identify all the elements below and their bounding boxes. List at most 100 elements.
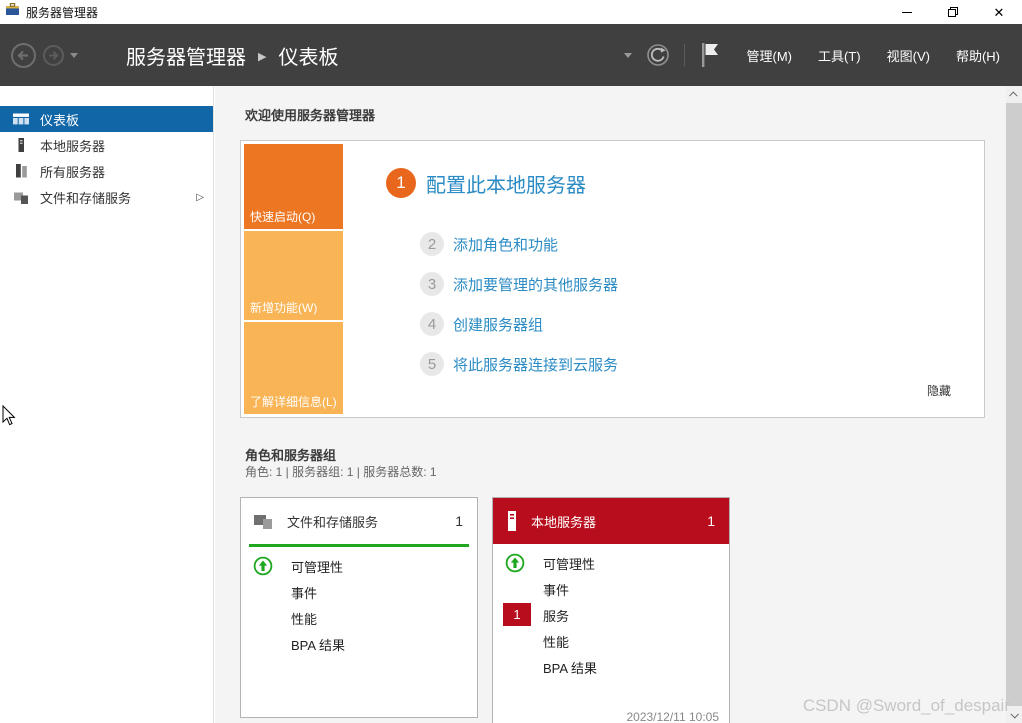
step-label: 创建服务器组 bbox=[453, 316, 544, 334]
all-servers-icon bbox=[16, 164, 27, 178]
row-performance[interactable]: 性能 bbox=[493, 628, 729, 654]
menu-help[interactable]: 帮助(H) bbox=[956, 46, 1000, 65]
step-add-other-servers[interactable]: 3 添加要管理的其他服务器 bbox=[420, 272, 618, 296]
breadcrumb-separator-icon: ▶ bbox=[258, 50, 267, 63]
menu-manage[interactable]: 管理(M) bbox=[747, 46, 793, 65]
quick-start-tab[interactable]: 快速启动(Q) bbox=[244, 144, 343, 229]
step-label: 添加角色和功能 bbox=[453, 236, 559, 254]
app-icon bbox=[5, 2, 20, 22]
row-bpa-results[interactable]: BPA 结果 bbox=[241, 631, 477, 657]
scrollbar-thumb[interactable] bbox=[1006, 103, 1022, 706]
restore-button[interactable] bbox=[930, 0, 976, 24]
tile-file-storage-services: 文件和存储服务 1 可管理性 事件 性能 BPA 结果 bbox=[240, 497, 478, 718]
tile-title: 文件和存储服务 bbox=[287, 514, 379, 530]
whats-new-tab[interactable]: 新增功能(W) bbox=[244, 231, 343, 320]
quick-start-column: 快速启动(Q) 新增功能(W) 了解详细信息(L) bbox=[244, 144, 343, 414]
step-number-badge: 3 bbox=[420, 272, 444, 296]
menu-view[interactable]: 视图(V) bbox=[887, 46, 930, 65]
row-label: 服务 bbox=[543, 608, 570, 624]
breadcrumb: 服务器管理器 ▶ 仪表板 bbox=[126, 41, 338, 70]
row-performance[interactable]: 性能 bbox=[241, 605, 477, 631]
row-label: 事件 bbox=[543, 582, 570, 598]
step-number-badge: 5 bbox=[420, 352, 444, 376]
chevron-up-icon bbox=[1009, 90, 1018, 100]
row-events[interactable]: 事件 bbox=[493, 576, 729, 602]
row-label: BPA 结果 bbox=[291, 637, 345, 653]
step-connect-cloud-services[interactable]: 5 将此服务器连接到云服务 bbox=[420, 352, 618, 376]
learn-more-tab[interactable]: 了解详细信息(L) bbox=[244, 322, 343, 414]
step-number-badge: 1 bbox=[386, 168, 416, 198]
roles-section-heading: 角色和服务器组 bbox=[245, 448, 337, 463]
row-manageability[interactable]: 可管理性 bbox=[241, 553, 477, 579]
dashboard-icon bbox=[13, 113, 29, 125]
local-server-icon bbox=[18, 138, 24, 152]
row-services[interactable]: 1 服务 bbox=[493, 602, 729, 628]
tile-count: 1 bbox=[455, 513, 463, 529]
close-icon: ✕ bbox=[993, 4, 1005, 20]
up-arrow-status-icon bbox=[253, 556, 273, 579]
learn-more-label: 了解详细信息(L) bbox=[250, 395, 337, 409]
whats-new-label: 新增功能(W) bbox=[250, 301, 318, 315]
tile-timestamp: 2023/12/11 10:05 bbox=[626, 710, 719, 723]
step-label: 添加要管理的其他服务器 bbox=[453, 276, 619, 294]
window-titlebar: 服务器管理器 ✕ bbox=[0, 0, 1022, 24]
header-divider bbox=[683, 44, 685, 66]
tile-count: 1 bbox=[707, 513, 715, 529]
scrollbar-up-button[interactable] bbox=[1006, 86, 1022, 103]
row-label: 性能 bbox=[291, 611, 318, 627]
alert-count-badge: 1 bbox=[503, 603, 531, 626]
tile-local-server: 本地服务器 1 可管理性 事件 1 服务 性能 BPA 结果 2023/12/1… bbox=[492, 497, 730, 723]
step-number-badge: 2 bbox=[420, 232, 444, 256]
row-label: 性能 bbox=[543, 634, 570, 650]
row-label: 事件 bbox=[291, 585, 318, 601]
server-manager-window: 服务器管理器 ✕ 服务器管理器 ▶ 仪表板 管理(M) 工具(T) 视图(V) … bbox=[0, 0, 1022, 723]
file-storage-icon bbox=[14, 192, 28, 204]
up-arrow-status-icon bbox=[505, 553, 525, 576]
hide-welcome-link[interactable]: 隐藏 bbox=[927, 382, 951, 399]
app-header: 服务器管理器 ▶ 仪表板 管理(M) 工具(T) 视图(V) 帮助(H) bbox=[0, 24, 1022, 86]
sidebar-item-file-storage-services[interactable]: 文件和存储服务 ▷ bbox=[0, 184, 213, 210]
watermark-text: CSDN @Sword_of_despair bbox=[802, 696, 1010, 715]
sidebar-item-all-servers[interactable]: 所有服务器 bbox=[0, 158, 213, 184]
close-button[interactable]: ✕ bbox=[976, 0, 1022, 24]
refresh-icon bbox=[646, 44, 669, 66]
expand-arrow-icon[interactable]: ▷ bbox=[196, 192, 204, 203]
local-server-icon bbox=[508, 511, 516, 531]
refresh-button[interactable] bbox=[646, 43, 670, 67]
row-bpa-results[interactable]: BPA 结果 bbox=[493, 654, 729, 680]
step-create-server-group[interactable]: 4 创建服务器组 bbox=[420, 312, 543, 336]
menu-bar: 管理(M) 工具(T) 视图(V) 帮助(H) bbox=[747, 46, 1001, 65]
forward-arrow-icon bbox=[43, 44, 64, 66]
menu-tools[interactable]: 工具(T) bbox=[818, 46, 861, 65]
sidebar-item-local-server[interactable]: 本地服务器 bbox=[0, 132, 213, 158]
tile-header[interactable]: 本地服务器 1 bbox=[493, 498, 729, 544]
row-label: 可管理性 bbox=[291, 559, 344, 575]
step-add-roles-features[interactable]: 2 添加角色和功能 bbox=[420, 232, 558, 256]
row-manageability[interactable]: 可管理性 bbox=[493, 550, 729, 576]
breadcrumb-root[interactable]: 服务器管理器 bbox=[126, 41, 246, 70]
tile-title: 本地服务器 bbox=[531, 514, 597, 530]
row-events[interactable]: 事件 bbox=[241, 579, 477, 605]
nav-history-dropdown-icon[interactable] bbox=[70, 52, 78, 58]
vertical-scrollbar[interactable] bbox=[1006, 86, 1022, 723]
restore-icon bbox=[948, 7, 958, 17]
minimize-button[interactable] bbox=[884, 0, 930, 24]
roles-summary: 角色: 1 | 服务器组: 1 | 服务器总数: 1 bbox=[245, 465, 437, 479]
sidebar-item-label: 文件和存储服务 bbox=[40, 190, 132, 206]
welcome-tile: 快速启动(Q) 新增功能(W) 了解详细信息(L) 1 配置此本地服务器 2 添… bbox=[240, 140, 985, 418]
breadcrumb-current: 仪表板 bbox=[278, 46, 339, 69]
chevron-down-icon bbox=[1010, 709, 1019, 719]
notifications-flag-button[interactable] bbox=[699, 40, 721, 70]
sidebar-item-label: 本地服务器 bbox=[40, 138, 106, 154]
tile-header[interactable]: 文件和存储服务 1 bbox=[241, 498, 477, 544]
forward-button[interactable] bbox=[42, 44, 65, 67]
welcome-heading: 欢迎使用服务器管理器 bbox=[245, 108, 376, 123]
back-button[interactable] bbox=[10, 42, 37, 69]
header-dropdown-icon[interactable] bbox=[623, 52, 632, 58]
mouse-cursor bbox=[2, 405, 16, 426]
step-configure-local-server[interactable]: 1 配置此本地服务器 bbox=[386, 168, 586, 198]
sidebar-item-label: 所有服务器 bbox=[40, 164, 106, 180]
dashboard-content: 欢迎使用服务器管理器 快速启动(Q) 新增功能(W) 了解详细信息(L) 1 配… bbox=[215, 86, 1006, 723]
sidebar: 仪表板 本地服务器 所有服务器 文件和存储服务 ▷ bbox=[0, 86, 214, 723]
sidebar-item-dashboard[interactable]: 仪表板 bbox=[0, 106, 213, 132]
